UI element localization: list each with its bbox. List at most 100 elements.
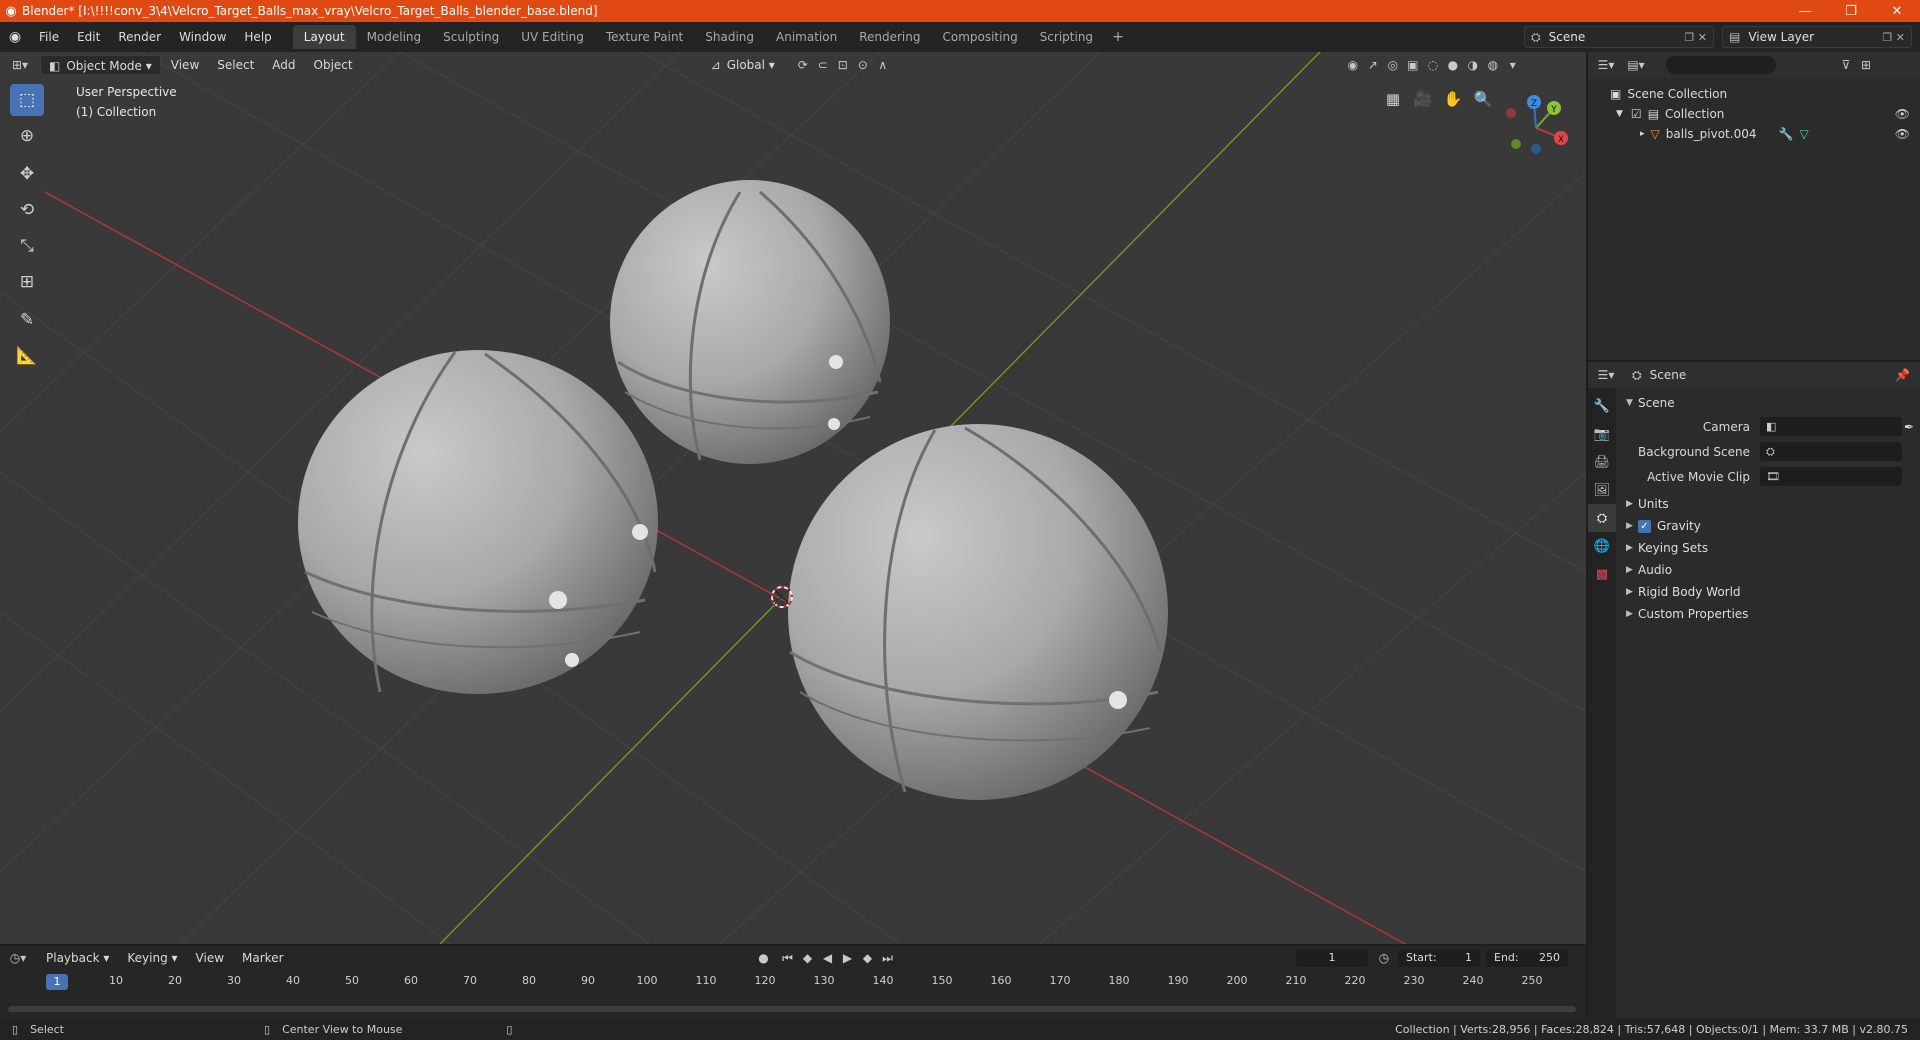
- tab-uv-editing[interactable]: UV Editing: [510, 25, 595, 49]
- background-scene-field[interactable]: ⛭: [1760, 442, 1902, 461]
- active-movie-clip-field[interactable]: 🎞: [1760, 467, 1902, 486]
- rigid-body-world-panel-header[interactable]: ▶ Rigid Body World: [1618, 581, 1920, 603]
- falloff-icon[interactable]: ∧: [873, 55, 893, 75]
- record-icon[interactable]: ●: [754, 948, 774, 968]
- world-tab-icon[interactable]: 🌐: [1588, 532, 1616, 560]
- menu-help[interactable]: Help: [235, 22, 280, 52]
- display-mode-icon[interactable]: ▤▾: [1626, 55, 1646, 75]
- transform-icon[interactable]: ⊞: [10, 266, 44, 298]
- rendered-shading-icon[interactable]: ◍: [1483, 55, 1503, 75]
- custom-properties-panel-header[interactable]: ▶ Custom Properties: [1618, 603, 1920, 625]
- tab-rendering[interactable]: Rendering: [848, 25, 931, 49]
- pin-icon[interactable]: 📌: [1895, 368, 1910, 382]
- snap-target-icon[interactable]: ⊡: [833, 55, 853, 75]
- transform-orientation-dropdown[interactable]: ⊿ Global ▾: [703, 55, 783, 75]
- toggle-camera-view-icon[interactable]: ▦: [1380, 86, 1406, 112]
- material-shading-icon[interactable]: ◑: [1463, 55, 1483, 75]
- mesh-data-icon[interactable]: ▽: [1799, 127, 1808, 141]
- cursor-icon[interactable]: ⊕: [10, 120, 44, 152]
- navigation-gizmo[interactable]: X Y Z: [1506, 95, 1568, 154]
- render-tab-icon[interactable]: 📷: [1588, 420, 1616, 448]
- menu-window[interactable]: Window: [170, 22, 235, 52]
- eyedropper-icon[interactable]: ✒: [1904, 420, 1914, 434]
- texture-tab-icon[interactable]: ▩: [1588, 560, 1616, 588]
- playback-menu[interactable]: Playback ▾: [38, 948, 117, 968]
- next-keyframe-icon[interactable]: ◆: [858, 948, 878, 968]
- solid-shading-icon[interactable]: ●: [1443, 55, 1463, 75]
- eye-icon[interactable]: 👁: [1895, 107, 1910, 121]
- start-frame-field[interactable]: Start: 1: [1398, 949, 1480, 967]
- view-layer-selector[interactable]: ▤ View Layer ❐ ✕: [1722, 26, 1912, 48]
- move-icon[interactable]: ✥: [10, 158, 44, 190]
- scene-actions-icon[interactable]: ❐ ✕: [1684, 31, 1707, 44]
- outliner-object[interactable]: ▸ ▽ balls_pivot.004 🔧 ▽ 👁: [1588, 124, 1920, 144]
- tab-sculpting[interactable]: Sculpting: [432, 25, 510, 49]
- current-frame-field[interactable]: 1: [1296, 949, 1368, 967]
- scene-selector[interactable]: ⛭ Scene ❐ ✕: [1524, 26, 1714, 48]
- pivot-point-icon[interactable]: ⟳: [793, 55, 813, 75]
- menu-edit[interactable]: Edit: [68, 22, 109, 52]
- add-workspace-icon[interactable]: +: [1104, 29, 1132, 45]
- outliner-editor-icon[interactable]: ☰▾: [1596, 55, 1616, 75]
- new-collection-icon[interactable]: ⊞: [1856, 55, 1876, 75]
- velcro-ball-back[interactable]: [610, 180, 890, 464]
- tab-scripting[interactable]: Scripting: [1029, 25, 1104, 49]
- play-icon[interactable]: ▶: [838, 948, 858, 968]
- measure-icon[interactable]: 📐: [10, 340, 44, 372]
- gravity-checkbox[interactable]: ✓: [1638, 519, 1651, 533]
- current-frame-indicator[interactable]: 1: [46, 974, 68, 990]
- velcro-ball-left[interactable]: [298, 350, 658, 694]
- timeline-scrollbar[interactable]: [8, 1006, 1576, 1012]
- end-frame-field[interactable]: End: 250: [1486, 949, 1568, 967]
- viewport-menu-select[interactable]: Select: [209, 55, 262, 75]
- 3d-viewport[interactable]: X Y Z ⊞▾ ◧ Object Mode ▾ View Select Add …: [0, 52, 1586, 944]
- pan-view-icon[interactable]: ✋: [1440, 86, 1466, 112]
- keying-sets-panel-header[interactable]: ▶ Keying Sets: [1618, 537, 1920, 559]
- timeline-editor-icon[interactable]: ◷▾: [8, 948, 28, 968]
- outliner-search-input[interactable]: [1666, 56, 1776, 74]
- audio-panel-header[interactable]: ▶ Audio: [1618, 559, 1920, 581]
- tab-modeling[interactable]: Modeling: [356, 25, 433, 49]
- eye-icon[interactable]: 👁: [1895, 127, 1910, 141]
- tab-animation[interactable]: Animation: [765, 25, 848, 49]
- camera-field[interactable]: ◧: [1760, 417, 1902, 436]
- expand-arrow-icon[interactable]: ▼: [1616, 109, 1623, 119]
- checkbox-icon[interactable]: ☑: [1631, 107, 1642, 121]
- object-mode-dropdown[interactable]: ◧ Object Mode ▾: [40, 55, 161, 75]
- outliner-scene-collection[interactable]: ▣ Scene Collection: [1588, 84, 1920, 104]
- minimize-button[interactable]: —: [1782, 0, 1828, 22]
- menu-file[interactable]: File: [30, 22, 68, 52]
- gravity-panel-header[interactable]: ▶ ✓ Gravity: [1618, 515, 1920, 537]
- scene-tab-icon[interactable]: ⛭: [1588, 504, 1616, 532]
- expand-arrow-icon[interactable]: ▸: [1640, 129, 1645, 139]
- view-layer-actions-icon[interactable]: ❐ ✕: [1882, 31, 1905, 44]
- marker-menu[interactable]: Marker: [234, 948, 291, 968]
- wireframe-shading-icon[interactable]: ◌: [1423, 55, 1443, 75]
- keying-menu[interactable]: Keying ▾: [119, 948, 185, 968]
- frame-ruler[interactable]: 1 10 20 30 40 50 60 70 80 90 100 110 120 130 140 150 16…: [0, 972, 1586, 992]
- rotate-icon[interactable]: ⟲: [10, 194, 44, 226]
- snap-icon[interactable]: ⊂: [813, 55, 833, 75]
- editor-type-icon[interactable]: ⊞▾: [10, 55, 30, 75]
- jump-start-icon[interactable]: ⏮: [778, 948, 798, 968]
- filter-icon[interactable]: ⊽: [1836, 55, 1856, 75]
- timeline-view-menu[interactable]: View: [188, 948, 232, 968]
- camera-icon[interactable]: 🎥: [1410, 86, 1436, 112]
- gizmo-toggle-icon[interactable]: ↗: [1363, 55, 1383, 75]
- play-reverse-icon[interactable]: ◀: [818, 948, 838, 968]
- tool-tab-icon[interactable]: 🔧: [1588, 392, 1616, 420]
- velcro-ball-right[interactable]: [788, 424, 1168, 800]
- zoom-view-icon[interactable]: 🔍: [1470, 86, 1496, 112]
- menu-render[interactable]: Render: [109, 22, 170, 52]
- proportional-edit-icon[interactable]: ⊙: [853, 55, 873, 75]
- tab-shading[interactable]: Shading: [694, 25, 765, 49]
- units-panel-header[interactable]: ▶ Units: [1618, 493, 1920, 515]
- view-layer-tab-icon[interactable]: 🖼: [1588, 476, 1616, 504]
- clock-icon[interactable]: ◷: [1374, 948, 1394, 968]
- blender-menu-icon[interactable]: ◉: [0, 22, 30, 52]
- jump-end-icon[interactable]: ⏭: [878, 948, 898, 968]
- annotate-icon[interactable]: ✎: [10, 304, 44, 336]
- overlay-toggle-icon[interactable]: ◎: [1383, 55, 1403, 75]
- scale-icon[interactable]: ⤡: [10, 230, 44, 262]
- select-box-icon[interactable]: ⬚: [10, 84, 44, 116]
